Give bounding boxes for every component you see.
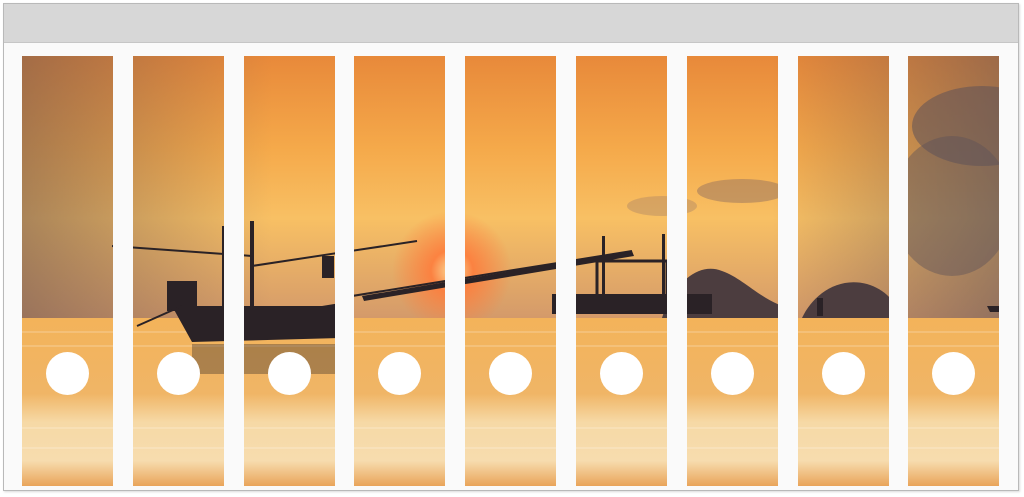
label-strip [576,56,667,486]
finger-hole [267,352,311,395]
label-strip [465,56,557,486]
sunset-photo-slice [465,56,557,486]
sunset-photo-slice [797,56,889,486]
finger-hole [46,352,89,395]
sunset-photo-slice [576,56,667,486]
finger-hole [489,352,533,395]
sunset-photo-slice [686,56,778,486]
label-strip [354,56,446,486]
sunset-photo-slice [908,56,1000,486]
finger-hole [821,352,865,395]
label-sheet [3,3,1019,491]
sunset-photo-slice [354,56,446,486]
label-strip [243,56,335,486]
label-strip [797,56,889,486]
sunset-photo-slice [132,56,224,486]
label-strip [22,56,113,486]
sunset-photo-slice [22,56,113,486]
label-strip [132,56,224,486]
finger-hole [156,352,200,395]
finger-hole [710,352,754,395]
label-strips [4,4,1020,492]
label-strip [686,56,778,486]
finger-hole [600,352,643,395]
label-strip [908,56,1000,486]
sunset-photo-slice [243,56,335,486]
